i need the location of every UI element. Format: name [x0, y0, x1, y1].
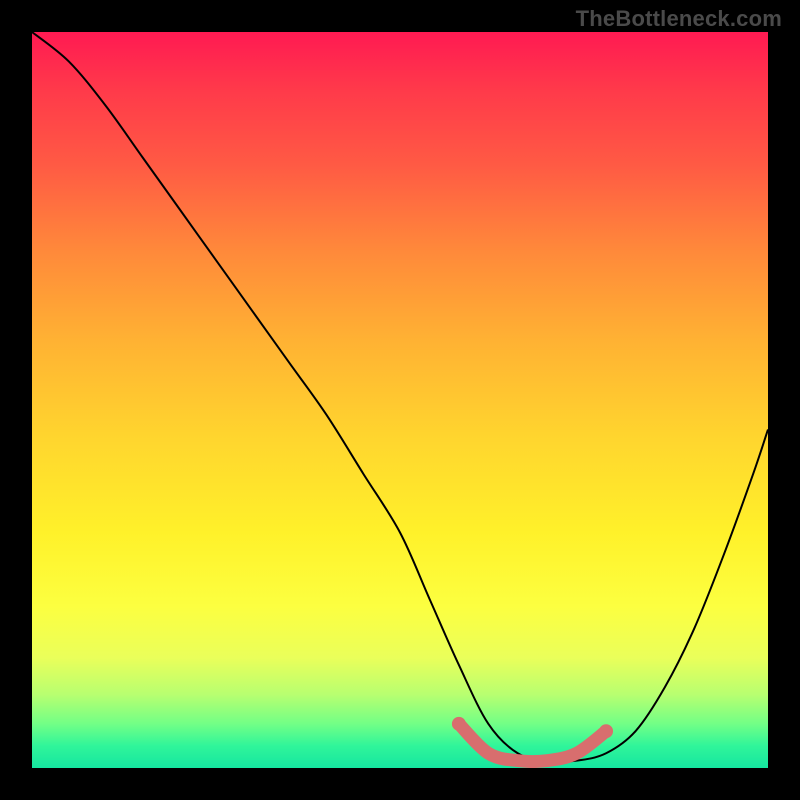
chart-container: TheBottleneck.com: [0, 0, 800, 800]
curve-path: [32, 32, 768, 762]
watermark-text: TheBottleneck.com: [576, 6, 782, 32]
plot-svg: [32, 32, 768, 768]
highlight-path: [459, 724, 606, 762]
series-group: [32, 32, 768, 762]
plot-frame: [30, 30, 770, 770]
